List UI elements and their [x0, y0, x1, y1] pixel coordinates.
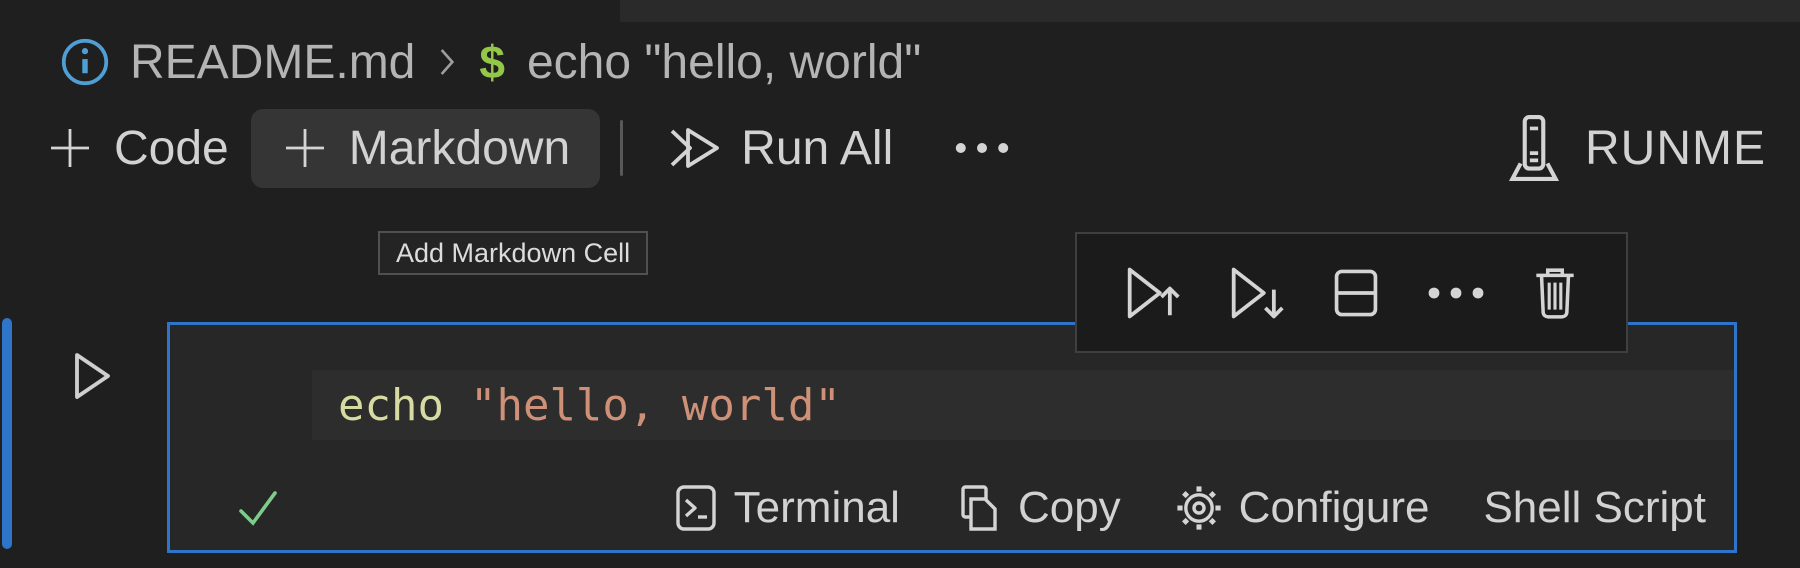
breadcrumb-shell-prompt[interactable]: $: [479, 35, 505, 89]
code-command-token: echo: [338, 379, 444, 431]
code-editor[interactable]: echo "hello, world": [312, 370, 1734, 440]
run-all-icon: [665, 124, 721, 172]
language-picker[interactable]: Shell Script: [1483, 483, 1706, 533]
editor-tab-strip: [620, 0, 1800, 22]
ellipsis-icon: [955, 142, 1009, 154]
execute-below-button[interactable]: [1227, 264, 1285, 322]
copy-button[interactable]: Copy: [954, 482, 1121, 534]
code-cell: echo "hello, world" Terminal Copy Config…: [167, 322, 1737, 553]
language-label: Shell Script: [1483, 483, 1706, 532]
plus-icon: [46, 124, 94, 172]
run-below-icon: [1227, 264, 1285, 322]
cell-more-actions-button[interactable]: [1428, 287, 1484, 299]
terminal-label: Terminal: [733, 483, 900, 532]
ellipsis-icon: [1428, 287, 1484, 299]
cell-hover-toolbar: [1075, 232, 1628, 353]
breadcrumb: README.md $ echo "hello, world": [60, 32, 921, 92]
add-markdown-label: Markdown: [348, 121, 571, 175]
code-string-token: "hello, world": [469, 379, 841, 431]
add-code-label: Code: [114, 121, 229, 175]
terminal-icon: [674, 482, 718, 534]
add-markdown-button[interactable]: Markdown: [250, 108, 601, 188]
tooltip: Add Markdown Cell: [378, 231, 649, 275]
info-icon[interactable]: [60, 37, 110, 87]
terminal-button[interactable]: Terminal: [674, 482, 900, 534]
run-all-button[interactable]: Run All: [643, 109, 915, 188]
toolbar-separator: [620, 120, 624, 176]
more-actions-button[interactable]: [933, 130, 1031, 166]
play-icon: [70, 348, 114, 404]
gear-icon: [1175, 484, 1223, 532]
delete-cell-button[interactable]: [1530, 265, 1580, 321]
breadcrumb-command[interactable]: echo "hello, world": [527, 35, 921, 90]
add-code-button[interactable]: Code: [24, 109, 251, 188]
copy-label: Copy: [1017, 483, 1121, 532]
run-all-label: Run All: [741, 121, 894, 175]
split-cell-icon: [1330, 266, 1382, 320]
cell-status-actions: Terminal Copy Configure Shell Script: [674, 482, 1706, 534]
runme-label: RUNME: [1585, 121, 1766, 175]
notebook-editor: README.md $ echo "hello, world" Code Mar…: [0, 0, 1800, 568]
runme-logo-icon: [1503, 113, 1565, 183]
breadcrumb-file[interactable]: README.md: [130, 35, 415, 90]
runme-button[interactable]: RUNME: [1493, 107, 1776, 189]
run-above-icon: [1123, 264, 1181, 322]
configure-button[interactable]: Configure: [1175, 483, 1430, 533]
tooltip-text: Add Markdown Cell: [396, 237, 631, 268]
cell-focus-indicator: [2, 318, 12, 549]
copy-icon: [954, 482, 1002, 534]
configure-label: Configure: [1238, 483, 1430, 532]
chevron-right-icon: [439, 46, 455, 78]
execute-above-button[interactable]: [1123, 264, 1181, 322]
split-cell-button[interactable]: [1330, 266, 1382, 320]
trash-icon: [1530, 265, 1580, 321]
success-check-icon: [234, 484, 282, 532]
run-cell-button[interactable]: [70, 348, 114, 404]
cell-status-bar: Terminal Copy Configure Shell Script: [170, 470, 1734, 546]
plus-icon: [281, 124, 329, 172]
notebook-toolbar: Code Markdown Run All RUNME: [24, 100, 1776, 196]
